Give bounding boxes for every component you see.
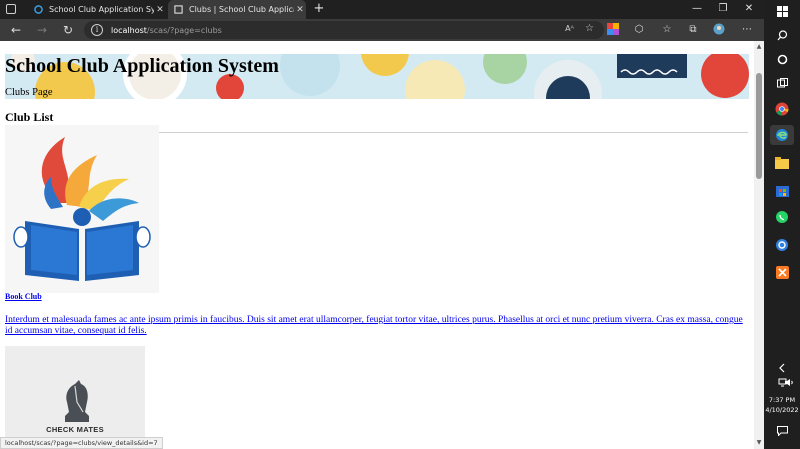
notifications-icon[interactable] <box>770 421 794 441</box>
microsoft-store-icon[interactable] <box>770 180 794 200</box>
close-tab-icon[interactable]: ✕ <box>294 5 306 15</box>
edge-favicon-icon <box>34 5 43 14</box>
link-status-bar: localhost/scas/?page=clubs/view_details&… <box>0 437 163 449</box>
favorites-icon[interactable]: ☆ <box>660 23 674 37</box>
address-bar[interactable]: i localhost/scas/?page=clubs Aᴬ ☆ <box>84 21 604 39</box>
scroll-up-arrow-icon[interactable]: ▲ <box>754 43 764 51</box>
checkmates-club-logo-image[interactable]: CHECK MATES <box>5 346 145 449</box>
close-window-button[interactable]: ✕ <box>734 0 764 19</box>
settings-more-icon[interactable]: ⋯ <box>740 23 754 37</box>
scroll-thumb[interactable] <box>756 73 762 179</box>
page-viewport: School Club Application System Clubs Pag… <box>0 41 754 449</box>
cortana-icon[interactable] <box>770 49 794 69</box>
extension-color-icon[interactable] <box>606 23 620 37</box>
edge-icon[interactable] <box>770 125 794 145</box>
taskbar-date: 4/10/2022 <box>765 406 799 414</box>
tab-actions-icon[interactable] <box>6 4 16 14</box>
site-info-icon[interactable]: i <box>91 24 103 36</box>
taskbar-clock[interactable]: 7:37 PM 4/10/2022 <box>764 395 800 415</box>
site-title: School Club Application System <box>5 55 279 77</box>
book-club-logo-image[interactable] <box>5 125 159 293</box>
scroll-down-arrow-icon[interactable]: ▼ <box>754 439 764 447</box>
speaker-icon[interactable] <box>782 372 796 392</box>
tab-clubs[interactable]: Clubs | School Club Application Sy ✕ <box>168 0 306 19</box>
page-favicon-icon <box>174 5 183 14</box>
windows-taskbar: 7:37 PM 4/10/2022 <box>764 0 800 449</box>
back-button[interactable]: ← <box>8 22 24 38</box>
browser-toolbar: ← → ↻ i localhost/scas/?page=clubs Aᴬ ☆ … <box>0 19 764 41</box>
close-tab-icon[interactable]: ✕ <box>154 5 166 15</box>
profile-icon[interactable] <box>712 23 726 37</box>
refresh-button[interactable]: ↻ <box>60 22 76 38</box>
tab-bar: School Club Application System ✕ Clubs |… <box>0 0 764 19</box>
forward-button[interactable]: → <box>34 22 50 38</box>
taskbar-time: 7:37 PM <box>768 396 796 404</box>
app-circle-icon[interactable] <box>770 235 794 255</box>
browser-window: School Club Application System ✕ Clubs |… <box>0 0 764 449</box>
club-name-link[interactable]: Book Club <box>5 292 42 301</box>
windows-start-icon[interactable] <box>770 1 794 21</box>
club-list-heading: Club List <box>5 110 54 124</box>
page-subtitle: Clubs Page <box>5 87 53 98</box>
file-explorer-icon[interactable] <box>770 153 794 173</box>
search-icon[interactable] <box>770 25 794 45</box>
chrome-icon[interactable] <box>770 99 794 119</box>
new-tab-button[interactable]: + <box>312 1 326 17</box>
address-url[interactable]: localhost/scas/?page=clubs <box>111 26 222 35</box>
tab-school-club-application-system[interactable]: School Club Application System ✕ <box>28 0 166 19</box>
club-description-link[interactable]: Interdum et malesuada fames ac ante ipsu… <box>5 315 750 337</box>
add-favorite-icon[interactable]: ☆ <box>585 23 594 34</box>
checkmates-logo-text: CHECK MATES <box>46 425 104 434</box>
collections-icon[interactable]: ⧉ <box>686 23 700 37</box>
xampp-icon[interactable] <box>770 262 794 282</box>
extensions-icon[interactable]: ⬡ <box>632 23 646 37</box>
whatsapp-icon[interactable] <box>770 207 794 227</box>
page-scrollbar[interactable]: ▲ ▼ <box>754 41 764 449</box>
tab-title: School Club Application System <box>49 5 154 14</box>
task-view-icon[interactable] <box>770 73 794 93</box>
read-aloud-icon[interactable]: Aᴬ <box>565 24 574 33</box>
tab-title: Clubs | School Club Application Sy <box>189 5 294 14</box>
